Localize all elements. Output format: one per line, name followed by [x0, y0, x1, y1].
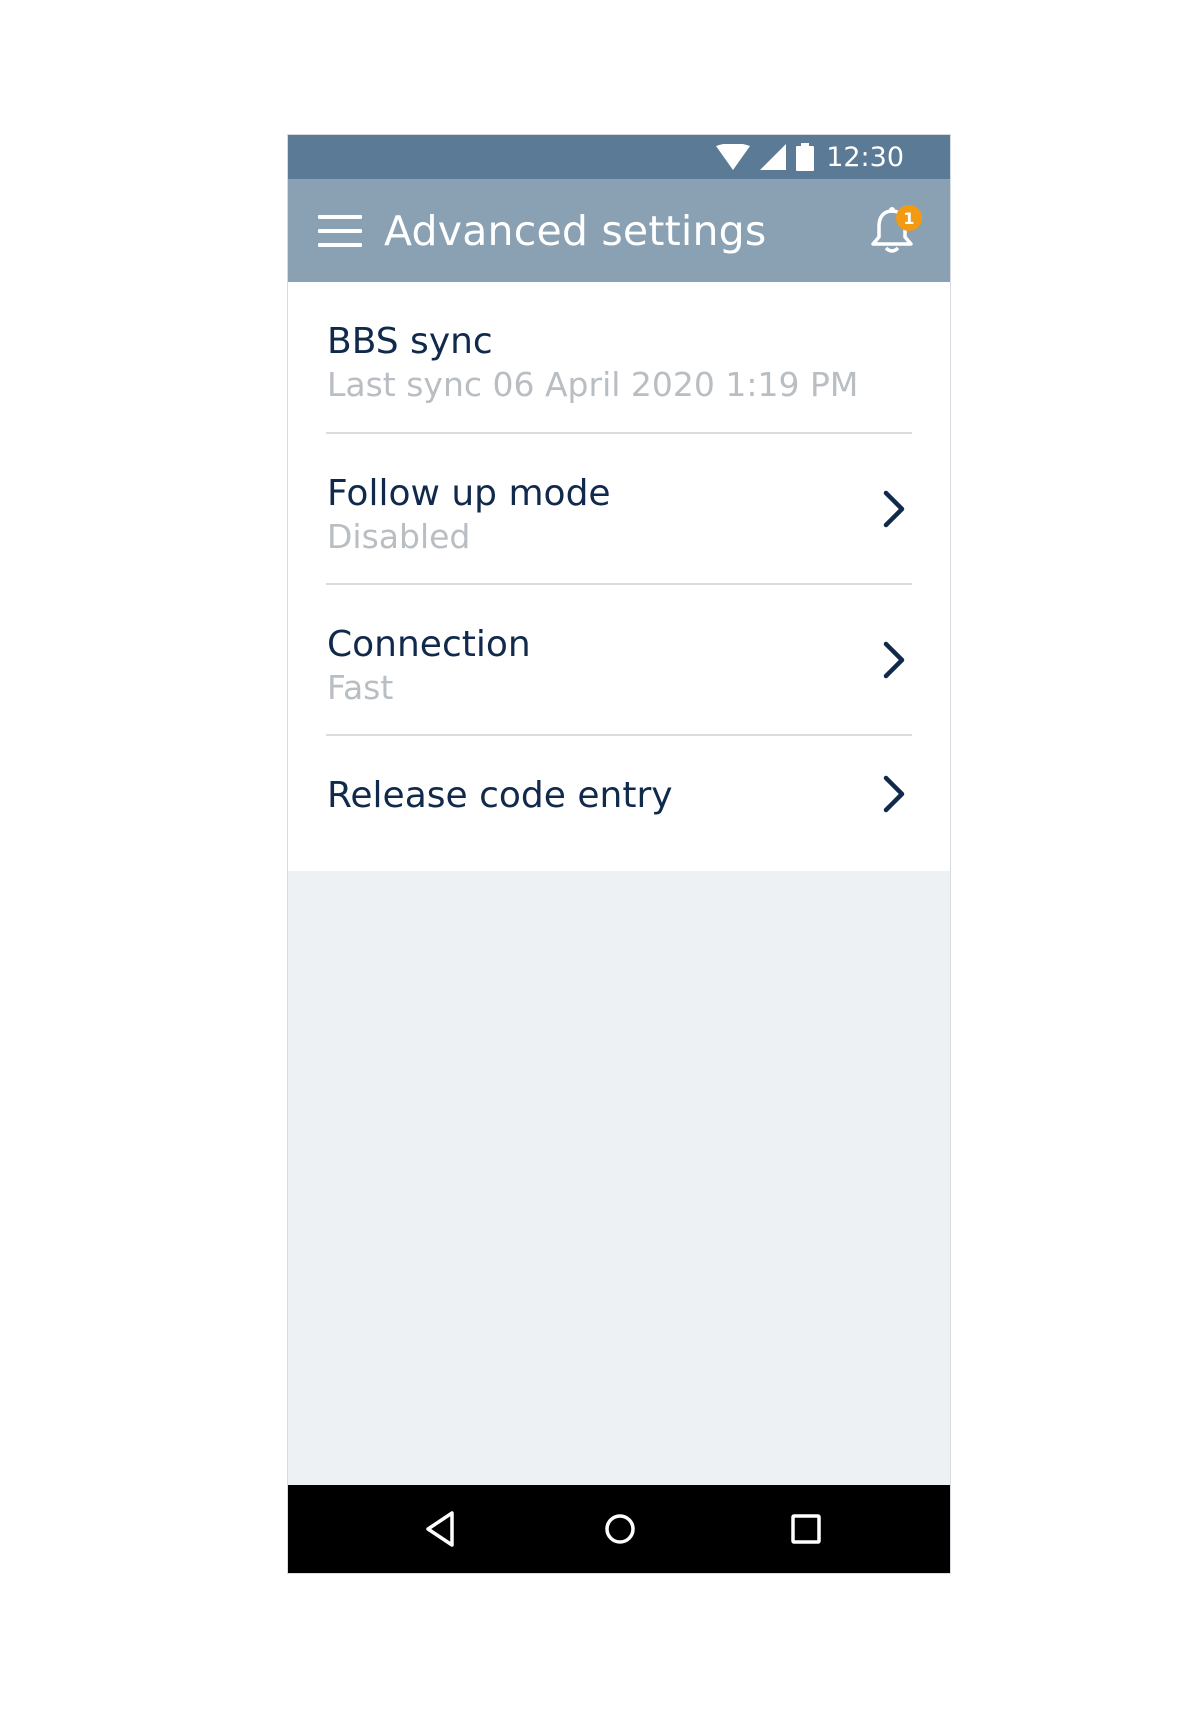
recents-icon [791, 1514, 821, 1544]
back-icon [426, 1511, 454, 1547]
setting-subtitle: Fast [327, 668, 394, 707]
home-icon [605, 1514, 635, 1544]
phone-screen: 12:30 Advanced settings 1 BBS sync Last … [287, 134, 951, 1574]
setting-subtitle: Disabled [327, 517, 471, 556]
setting-subtitle: Last sync 06 April 2020 1:19 PM [327, 365, 859, 404]
status-time: 12:30 [826, 141, 904, 173]
setting-title: BBS sync [327, 321, 493, 362]
notification-badge: 1 [896, 205, 922, 231]
setting-bbs-sync[interactable]: BBS sync Last sync 06 April 2020 1:19 PM [326, 282, 912, 434]
home-button[interactable] [598, 1507, 642, 1551]
setting-follow-up-mode[interactable]: Follow up mode Disabled [326, 434, 912, 585]
page-title: Advanced settings [384, 206, 767, 255]
app-bar: Advanced settings 1 [288, 179, 950, 282]
chevron-right-icon [883, 641, 905, 679]
status-bar: 12:30 [288, 135, 950, 179]
chevron-right-icon [883, 775, 905, 813]
setting-release-code-entry[interactable]: Release code entry [326, 736, 912, 871]
notification-button[interactable]: 1 [870, 205, 922, 255]
setting-connection[interactable]: Connection Fast [326, 585, 912, 736]
chevron-right-icon [883, 490, 905, 528]
wifi-icon [716, 144, 751, 170]
setting-title: Release code entry [327, 775, 673, 816]
system-nav-bar [288, 1485, 950, 1573]
back-button[interactable] [420, 1507, 464, 1551]
recents-button[interactable] [784, 1507, 828, 1551]
battery-icon [796, 143, 815, 171]
setting-title: Follow up mode [327, 473, 611, 514]
signal-icon [760, 144, 787, 170]
setting-title: Connection [327, 624, 531, 665]
status-icons [716, 143, 815, 171]
settings-list: BBS sync Last sync 06 April 2020 1:19 PM… [288, 282, 950, 871]
hamburger-menu-icon[interactable] [318, 214, 362, 247]
